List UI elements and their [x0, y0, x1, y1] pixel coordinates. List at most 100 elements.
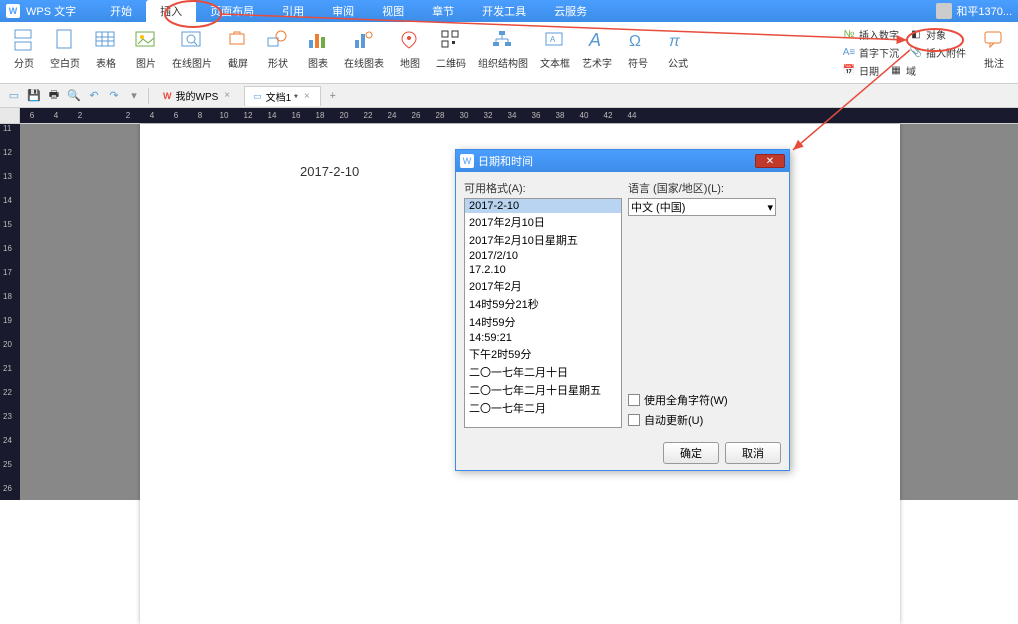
ribbon-pizhu[interactable]: 批注 [974, 24, 1014, 83]
format-item[interactable]: 2017-2-10 [465, 199, 621, 213]
user-info[interactable]: 和平1370... [936, 3, 1012, 19]
tab-shitu[interactable]: 视图 [368, 0, 418, 22]
comment-icon [980, 26, 1008, 54]
format-item[interactable]: 二〇一七年二月 [465, 399, 621, 417]
ribbon-zaixiantupian[interactable]: 在线图片 [166, 24, 218, 83]
ribbon-ditu[interactable]: 地图 [390, 24, 430, 83]
ruler[interactable]: 6422468101214161820222426283032343638404… [20, 108, 1018, 123]
textbox-icon: A [541, 26, 569, 54]
object-icon: ◧ [909, 28, 923, 42]
attachment-icon: 📎 [909, 46, 923, 60]
tab-kaishi[interactable]: 开始 [96, 0, 146, 22]
ribbon-jieping[interactable]: 截屏 [218, 24, 258, 83]
ribbon-xingzhuang[interactable]: 形状 [258, 24, 298, 83]
ribbon-riqi[interactable]: 📅日期 [838, 62, 883, 79]
dropdown-arrow-icon: ▾ [767, 201, 773, 214]
ribbon-yu[interactable]: ▦域 [885, 62, 920, 79]
format-item[interactable]: 2017年2月10日 [465, 213, 621, 231]
format-list[interactable]: 2017-2-102017年2月10日2017年2月10日星期五2017/2/1… [464, 198, 622, 428]
new-icon[interactable]: ▭ [6, 88, 22, 104]
ribbon-tupian[interactable]: 图片 [126, 24, 166, 83]
orgchart-icon [489, 26, 517, 54]
ribbon-duixiang[interactable]: ◧对象 [905, 26, 950, 43]
tab-yinyong[interactable]: 引用 [268, 0, 318, 22]
ruler-vertical[interactable]: 11121314151617181920212223242526 [0, 124, 20, 500]
equation-icon: π [664, 26, 692, 54]
format-item[interactable]: 2017/2/10 [465, 249, 621, 263]
save-icon[interactable]: 💾 [26, 88, 42, 104]
cancel-button[interactable]: 取消 [725, 442, 781, 464]
number-icon: № [842, 28, 856, 42]
format-item[interactable]: 14时59分 [465, 313, 621, 331]
close-icon[interactable]: × [302, 91, 312, 102]
close-icon[interactable]: × [222, 90, 232, 101]
online-picture-icon [178, 26, 206, 54]
ribbon-zaixiantubiao[interactable]: 在线图表 [338, 24, 390, 83]
svg-text:Ω: Ω [629, 33, 641, 50]
ribbon-biaoge[interactable]: 表格 [86, 24, 126, 83]
ribbon-gongshi[interactable]: π公式 [658, 24, 698, 83]
quick-access-toolbar: ▭ 💾 🖶 🔍 ↶ ↷ ▾ W 我的WPS × ▭ 文档1 * × + [0, 84, 1018, 108]
doc-tab-wps[interactable]: W 我的WPS × [155, 86, 240, 105]
print-preview-icon[interactable]: 🔍 [66, 88, 82, 104]
ribbon-fuhao[interactable]: Ω符号 [618, 24, 658, 83]
print-icon[interactable]: 🖶 [46, 88, 62, 104]
ribbon-shouzixiachen[interactable]: A≡首字下沉 [838, 44, 903, 61]
ribbon-tubiao[interactable]: 图表 [298, 24, 338, 83]
format-item[interactable]: 2017年2月 [465, 277, 621, 295]
tab-yemianbuju[interactable]: 页面布局 [196, 0, 268, 22]
symbol-icon: Ω [624, 26, 652, 54]
ruler-horizontal: 6422468101214161820222426283032343638404… [0, 108, 1018, 124]
tab-kaifagongju[interactable]: 开发工具 [468, 0, 540, 22]
ribbon-kongbaiye[interactable]: 空白页 [44, 24, 86, 83]
screenshot-icon [224, 26, 252, 54]
add-tab-icon[interactable]: + [325, 88, 341, 104]
format-item[interactable]: 2017年2月10日星期五 [465, 231, 621, 249]
fullwidth-checkbox-row[interactable]: 使用全角字符(W) [628, 392, 781, 408]
field-icon: ▦ [889, 64, 903, 78]
wps-tab-icon: W [163, 91, 172, 101]
undo-icon[interactable]: ↶ [86, 88, 102, 104]
page-break-icon [10, 26, 38, 54]
dialog-title-bar[interactable]: W 日期和时间 ✕ [456, 150, 789, 172]
menu-tabs: 开始 插入 页面布局 引用 审阅 视图 章节 开发工具 云服务 [96, 0, 601, 22]
ribbon-erweima[interactable]: 二维码 [430, 24, 472, 83]
format-label: 可用格式(A): [464, 180, 622, 196]
tab-charu[interactable]: 插入 [146, 0, 196, 22]
ribbon-charufujian[interactable]: 📎插入附件 [905, 44, 970, 61]
checkbox-icon [628, 414, 640, 426]
format-item[interactable]: 下午2时59分 [465, 345, 621, 363]
language-select[interactable]: 中文 (中国) ▾ [628, 198, 776, 216]
doc-tab-icon: ▭ [253, 91, 262, 102]
format-item[interactable]: 17.2.10 [465, 263, 621, 277]
table-icon [92, 26, 120, 54]
chart-icon [304, 26, 332, 54]
tab-yunfuwu[interactable]: 云服务 [540, 0, 601, 22]
dropcap-icon: A≡ [842, 46, 856, 60]
format-item[interactable]: 14时59分21秒 [465, 295, 621, 313]
format-item[interactable]: 二〇一七年二月十日星期五 [465, 381, 621, 399]
ribbon-yishuzi[interactable]: A艺术字 [576, 24, 618, 83]
svg-text:π: π [669, 33, 680, 50]
dropdown-icon[interactable]: ▾ [126, 88, 142, 104]
ok-button[interactable]: 确定 [663, 442, 719, 464]
date-time-dialog: W 日期和时间 ✕ 可用格式(A): 2017-2-102017年2月10日20… [455, 149, 790, 471]
svg-text:A: A [588, 30, 601, 50]
format-item[interactable]: 二〇一七年二月十日 [465, 363, 621, 381]
qrcode-icon [437, 26, 465, 54]
format-item[interactable]: 14:59:21 [465, 331, 621, 345]
autoupdate-checkbox-row[interactable]: 自动更新(U) [628, 412, 781, 428]
wordart-icon: A [583, 26, 611, 54]
dialog-close-button[interactable]: ✕ [755, 154, 785, 168]
ribbon-charushuzi[interactable]: №插入数字 [838, 26, 903, 43]
ribbon-fenye[interactable]: 分页 [4, 24, 44, 83]
ribbon-wenbenkuang[interactable]: A文本框 [534, 24, 576, 83]
doc-tab-wendang1[interactable]: ▭ 文档1 * × [244, 86, 321, 106]
online-chart-icon [350, 26, 378, 54]
tab-shenyue[interactable]: 审阅 [318, 0, 368, 22]
dialog-title: 日期和时间 [478, 153, 533, 169]
redo-icon[interactable]: ↷ [106, 88, 122, 104]
ribbon-zuzhijiegoutu[interactable]: 组织结构图 [472, 24, 534, 83]
tab-zhangjie[interactable]: 章节 [418, 0, 468, 22]
checkbox-icon [628, 394, 640, 406]
